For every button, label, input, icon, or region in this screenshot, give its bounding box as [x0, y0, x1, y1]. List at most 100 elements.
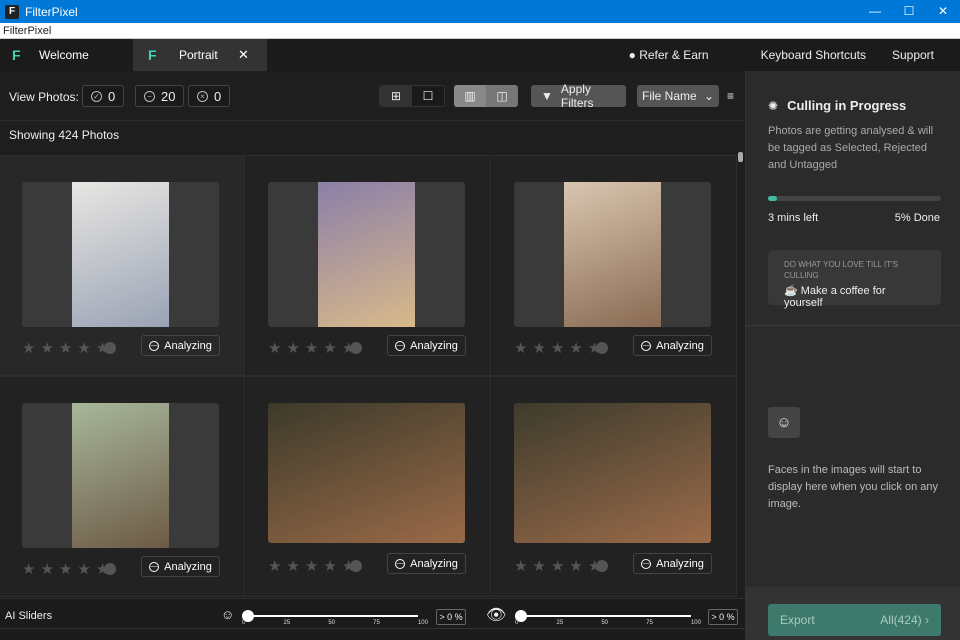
photo-frame[interactable]	[268, 403, 465, 543]
x-circle-icon: ×	[197, 90, 208, 102]
chevron-down-icon: ⌄	[703, 89, 714, 103]
menu-bar[interactable]: FilterPixel	[0, 23, 960, 39]
color-label-dot[interactable]	[596, 560, 609, 572]
ai-sliders-label: AI Sliders	[5, 610, 53, 622]
star-rating[interactable]: ★ ★ ★ ★ ★	[268, 339, 363, 357]
close-tab-icon[interactable]: ✕	[238, 47, 249, 63]
star-icon[interactable]: ★	[268, 339, 281, 357]
panel-title: Culling in Progress	[787, 98, 907, 113]
star-icon[interactable]: ★	[514, 557, 527, 575]
star-icon[interactable]: ★	[514, 339, 527, 357]
star-icon[interactable]: ★	[59, 339, 72, 357]
star-icon[interactable]: ★	[532, 339, 545, 357]
selected-filter-button[interactable]: ✓ 0	[82, 85, 125, 107]
star-icon[interactable]: ★	[569, 339, 582, 357]
face-detect-icon: ☺	[221, 607, 235, 622]
face-icon: ☺	[768, 407, 800, 438]
culling-panel: ✺ Culling in Progress Photos are getting…	[745, 71, 960, 640]
star-icon[interactable]: ★	[40, 560, 53, 578]
rejected-filter-button[interactable]: × 0	[188, 85, 231, 107]
untagged-filter-button[interactable]: −20	[135, 85, 185, 107]
scroll-thumb[interactable]	[738, 152, 743, 162]
maximize-button[interactable]: ☐	[892, 0, 926, 23]
apply-filters-button[interactable]: ▼ Apply Filters	[531, 82, 626, 110]
photo-frame[interactable]	[22, 403, 219, 548]
support-link[interactable]: Support	[892, 48, 934, 62]
photo-card[interactable]: ★ ★ ★ ★ ★ — Analyzing	[492, 376, 737, 597]
status-label: Analyzing	[164, 339, 212, 352]
analyzing-badge: — Analyzing	[387, 335, 466, 356]
photo-thumbnail	[318, 182, 415, 327]
photo-grid: ★ ★ ★ ★ ★ — Analyzing ★ ★ ★ ★ ★ — Analyzing ★ ★ ★ ★ ★ — Anal…	[0, 150, 737, 598]
photo-frame[interactable]	[22, 182, 219, 327]
star-icon[interactable]: ★	[305, 339, 318, 357]
photo-card[interactable]: ★ ★ ★ ★ ★ — Analyzing	[246, 376, 491, 597]
color-label-dot[interactable]	[596, 342, 609, 354]
minimize-button[interactable]: —	[858, 0, 892, 23]
face-slider[interactable]: 0 25 50 75 100	[242, 609, 432, 629]
star-rating[interactable]: ★ ★ ★ ★ ★	[22, 339, 117, 357]
photo-frame[interactable]	[514, 403, 711, 543]
star-icon[interactable]: ★	[551, 557, 564, 575]
export-button[interactable]: Export All(424) ›	[768, 604, 941, 636]
color-label-dot[interactable]	[350, 560, 363, 572]
compare-view-button[interactable]: ◫	[486, 85, 518, 107]
star-icon[interactable]: ★	[323, 557, 336, 575]
photo-card[interactable]: ★ ★ ★ ★ ★ — Analyzing	[246, 155, 491, 376]
color-label-dot[interactable]	[350, 342, 363, 354]
sort-select[interactable]: File Name ⌄	[637, 85, 719, 107]
star-icon[interactable]: ★	[22, 560, 35, 578]
photo-card[interactable]: ★ ★ ★ ★ ★ — Analyzing	[0, 155, 245, 376]
star-rating[interactable]: ★ ★ ★ ★ ★	[268, 557, 363, 575]
star-icon[interactable]: ★	[22, 339, 35, 357]
star-icon[interactable]: ★	[40, 339, 53, 357]
star-icon[interactable]: ★	[532, 557, 545, 575]
star-icon[interactable]: ★	[77, 560, 90, 578]
tab-welcome[interactable]: F Welcome	[0, 39, 133, 71]
single-view-button[interactable]: ☐	[412, 86, 444, 106]
slider-tick-label: 75	[646, 620, 653, 626]
star-icon[interactable]: ★	[59, 560, 72, 578]
photo-thumbnail	[564, 182, 661, 327]
star-rating[interactable]: ★ ★ ★ ★ ★	[22, 560, 117, 578]
color-label-dot[interactable]	[104, 563, 117, 575]
photo-frame[interactable]	[514, 182, 711, 327]
star-icon[interactable]: ★	[77, 339, 90, 357]
star-icon[interactable]: ★	[323, 339, 336, 357]
photo-card[interactable]: ★ ★ ★ ★ ★ — Analyzing	[492, 155, 737, 376]
photo-card[interactable]: ★ ★ ★ ★ ★ — Analyzing	[0, 376, 245, 597]
star-icon[interactable]: ★	[286, 557, 299, 575]
eye-icon: 👁	[486, 607, 507, 624]
progress-bar	[768, 196, 941, 201]
star-icon[interactable]: ★	[551, 339, 564, 357]
slider-tick-label: 75	[373, 620, 380, 626]
menu-icon[interactable]: ≡	[727, 89, 734, 103]
keyboard-shortcuts-link[interactable]: Keyboard Shortcuts	[761, 48, 866, 62]
eye-slider[interactable]: 0 25 50 75 100	[515, 609, 705, 629]
view-photos-label: View Photos:	[9, 90, 79, 104]
filter-funnel-icon: ▼	[541, 89, 553, 103]
tab-portrait[interactable]: F Portrait ✕	[133, 39, 267, 71]
refer-earn-link[interactable]: ● Refer & Earn	[629, 48, 735, 62]
minus-circle-icon: —	[149, 340, 160, 351]
tab-bar: F Welcome F Portrait ✕ ● Refer & Earn Ke…	[0, 39, 960, 71]
status-label: Analyzing	[656, 557, 704, 570]
minus-circle-icon: −	[144, 90, 155, 102]
color-label-dot[interactable]	[104, 342, 117, 354]
close-window-button[interactable]: ✕	[926, 0, 960, 23]
status-label: Analyzing	[656, 339, 704, 352]
star-icon[interactable]: ★	[286, 339, 299, 357]
star-icon[interactable]: ★	[305, 557, 318, 575]
coffee-icon: ☕	[784, 285, 798, 297]
filmstrip-view-button[interactable]: ▥	[454, 85, 486, 107]
tip-text: Make a coffee for yourself	[784, 285, 886, 309]
star-rating[interactable]: ★ ★ ★ ★ ★	[514, 339, 609, 357]
star-rating[interactable]: ★ ★ ★ ★ ★	[514, 557, 609, 575]
tip-heading: DO WHAT YOU LOVE TILL IT'S CULLING	[784, 260, 898, 280]
grid-view-button[interactable]: ⊞	[380, 86, 412, 106]
grid-scrollbar[interactable]	[737, 150, 745, 598]
star-icon[interactable]: ★	[569, 557, 582, 575]
status-label: Analyzing	[164, 560, 212, 573]
star-icon[interactable]: ★	[268, 557, 281, 575]
photo-frame[interactable]	[268, 182, 465, 327]
